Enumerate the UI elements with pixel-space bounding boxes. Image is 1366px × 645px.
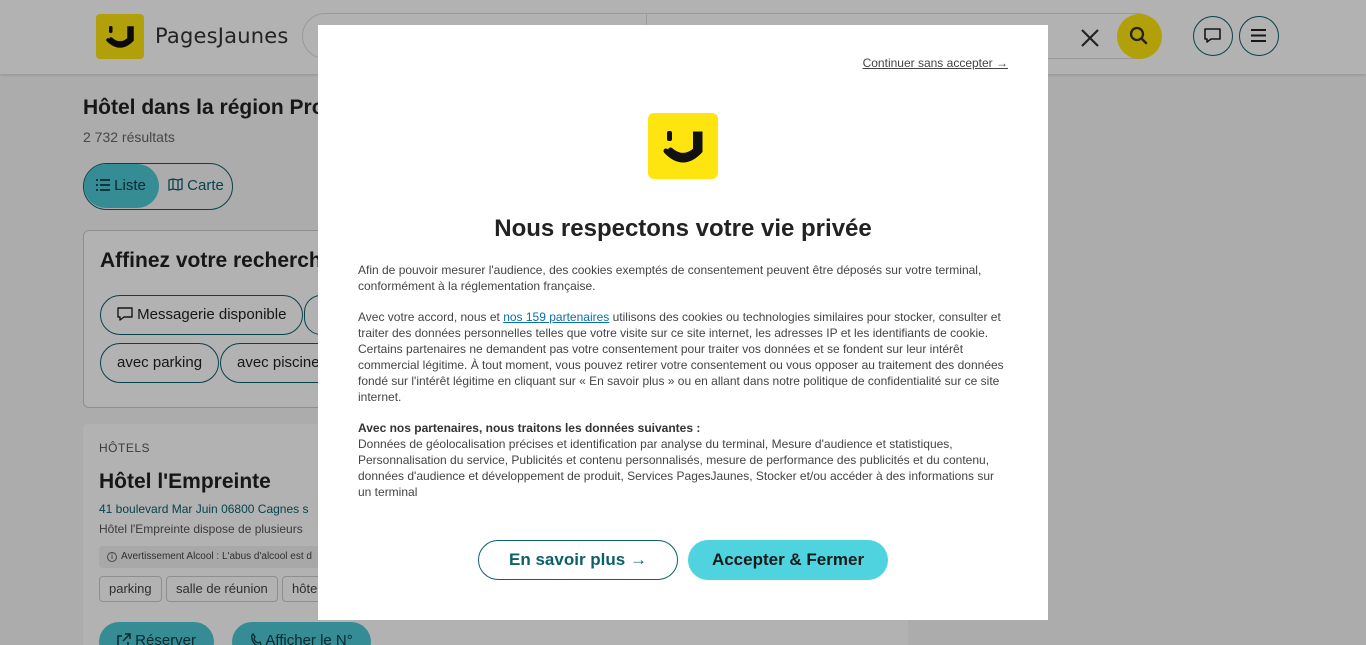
consent-text-prefix: Avec votre accord, nous et — [358, 310, 504, 324]
cookie-consent-modal: Continuer sans accepter → Nous respecton… — [318, 25, 1048, 620]
data-heading: Avec nos partenaires, nous traitons les … — [358, 421, 701, 435]
consent-text-suffix: utilisons des cookies ou technologies si… — [358, 310, 1004, 404]
modal-paragraph-data: Avec nos partenaires, nous traitons les … — [358, 420, 1008, 500]
pagesjaunes-logo-icon — [648, 113, 718, 179]
accept-and-close-button[interactable]: Accepter & Fermer — [688, 540, 888, 580]
modal-title: Nous respectons votre vie privée — [494, 215, 872, 242]
partners-link[interactable]: nos 159 partenaires — [503, 310, 609, 324]
modal-paragraph-audience: Afin de pouvoir mesurer l'audience, des … — [358, 263, 982, 293]
continue-without-accepting-link[interactable]: Continuer sans accepter → — [863, 56, 1008, 70]
data-list: Données de géolocalisation précises et i… — [358, 437, 995, 499]
learn-more-button[interactable]: En savoir plus → — [478, 540, 678, 580]
modal-paragraph-consent: Avec votre accord, nous et nos 159 parte… — [358, 309, 1008, 405]
